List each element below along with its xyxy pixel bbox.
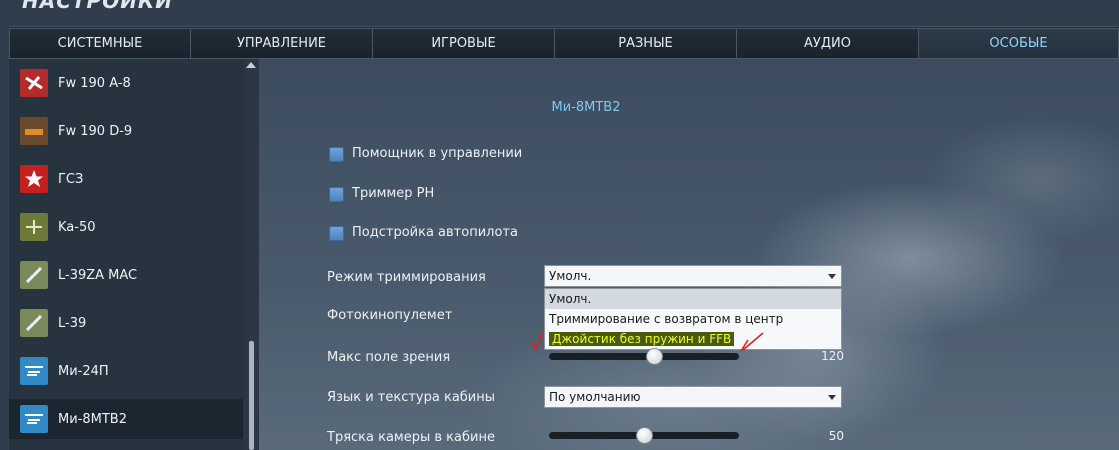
sidebar-item-fw190a8[interactable]: Fw 190 A-8 bbox=[9, 63, 243, 103]
chevron-down-icon bbox=[828, 395, 836, 400]
scroll-up-icon[interactable] bbox=[246, 62, 256, 68]
settings-panel: Ми-8МТВ2 Помощник в управлении Триммер Р… bbox=[259, 59, 1119, 450]
cockpit-language-label: Язык и текстура кабины bbox=[327, 390, 496, 405]
gun-camera-label: Фотокинопулемет bbox=[327, 308, 453, 323]
autopilot-adjust-label: Подстройка автопилота bbox=[352, 225, 518, 240]
trim-mode-label: Режим триммирования bbox=[327, 270, 486, 285]
fw190d9-icon bbox=[20, 117, 48, 145]
sidebar-item-l39[interactable]: L-39 bbox=[9, 303, 243, 343]
rudder-trimmer-label: Триммер РН bbox=[352, 186, 435, 201]
trim-mode-select[interactable]: Умолч. bbox=[544, 265, 842, 287]
sidebar-item-label: Ka-50 bbox=[58, 219, 96, 235]
max-fov-label: Макс поле зрения bbox=[327, 350, 451, 365]
window-title: НАСТРОЙКИ bbox=[22, 0, 322, 11]
camera-shake-value: 50 bbox=[828, 429, 844, 443]
l39-icon bbox=[20, 309, 48, 337]
sidebar-item-l39za[interactable]: L-39ZA MAC bbox=[9, 255, 243, 295]
sidebar-item-label: Fw 190 D-9 bbox=[58, 123, 133, 139]
red-star-icon bbox=[20, 165, 48, 193]
section-title: Ми-8МТВ2 bbox=[551, 100, 621, 115]
tab-system[interactable]: СИСТЕМНЫЕ bbox=[9, 28, 191, 59]
l39za-icon bbox=[20, 261, 48, 289]
cockpit-language-value: По умолчанию bbox=[549, 390, 641, 404]
control-helper-label: Помощник в управлении bbox=[352, 146, 523, 161]
tab-controls[interactable]: УПРАВЛЕНИЕ bbox=[191, 28, 373, 59]
sidebar-scrollbar[interactable] bbox=[244, 59, 259, 450]
settings-tabs: СИСТЕМНЫЕ УПРАВЛЕНИЕ ИГРОВЫЕ РАЗНЫЕ АУДИ… bbox=[9, 26, 1119, 60]
aircraft-list: Fw 190 A-8 Fw 190 D-9 ГСЗ Ka-50 L-39ZA M… bbox=[9, 59, 259, 450]
sidebar-item-label: Fw 190 A-8 bbox=[58, 75, 131, 91]
ka50-icon bbox=[20, 213, 48, 241]
dropdown-option-default[interactable]: Умолч. bbox=[545, 289, 841, 309]
sidebar-item-mi8mtv2[interactable]: Ми-8МТВ2 bbox=[9, 399, 243, 439]
dropdown-option-center-trim[interactable]: Триммирование с возвратом в центр bbox=[545, 309, 841, 329]
cockpit-language-select[interactable]: По умолчанию bbox=[544, 386, 842, 408]
sidebar-item-mi24p[interactable]: Ми-24П bbox=[9, 351, 243, 391]
tab-gameplay[interactable]: ИГРОВЫЕ bbox=[373, 28, 555, 59]
autopilot-adjust-checkbox[interactable] bbox=[329, 226, 344, 241]
camera-shake-slider[interactable] bbox=[549, 427, 739, 444]
sidebar-item-ka50[interactable]: Ka-50 bbox=[9, 207, 243, 247]
sidebar-item-label: ГСЗ bbox=[58, 171, 84, 187]
tab-audio[interactable]: АУДИО bbox=[737, 28, 919, 59]
tab-special[interactable]: ОСОБЫЕ bbox=[919, 28, 1119, 59]
sidebar-item-label: Ми-8МТВ2 bbox=[58, 411, 127, 427]
max-fov-value: 120 bbox=[821, 349, 844, 363]
tab-misc[interactable]: РАЗНЫЕ bbox=[555, 28, 737, 59]
camera-shake-slider-knob[interactable] bbox=[636, 427, 653, 444]
sidebar-item-gsz[interactable]: ГСЗ bbox=[9, 159, 243, 199]
control-helper-checkbox[interactable] bbox=[329, 147, 344, 162]
max-fov-slider-knob[interactable] bbox=[645, 348, 663, 365]
helicopter-icon bbox=[20, 357, 48, 385]
sidebar-item-label: L-39ZA MAC bbox=[58, 267, 138, 283]
sidebar-item-label: L-39 bbox=[58, 315, 87, 331]
sidebar-item-label: Ми-24П bbox=[58, 363, 109, 379]
scroll-thumb[interactable] bbox=[249, 341, 254, 450]
fw190a8-icon bbox=[20, 69, 48, 97]
camera-shake-label: Тряска камеры в кабине bbox=[327, 430, 495, 445]
rudder-trimmer-checkbox[interactable] bbox=[329, 187, 344, 202]
sidebar-item-fw190d9[interactable]: Fw 190 D-9 bbox=[9, 111, 243, 151]
max-fov-slider[interactable] bbox=[549, 348, 739, 365]
chevron-down-icon bbox=[828, 274, 836, 279]
trim-mode-value: Умолч. bbox=[549, 269, 592, 283]
helicopter-icon bbox=[20, 405, 48, 433]
